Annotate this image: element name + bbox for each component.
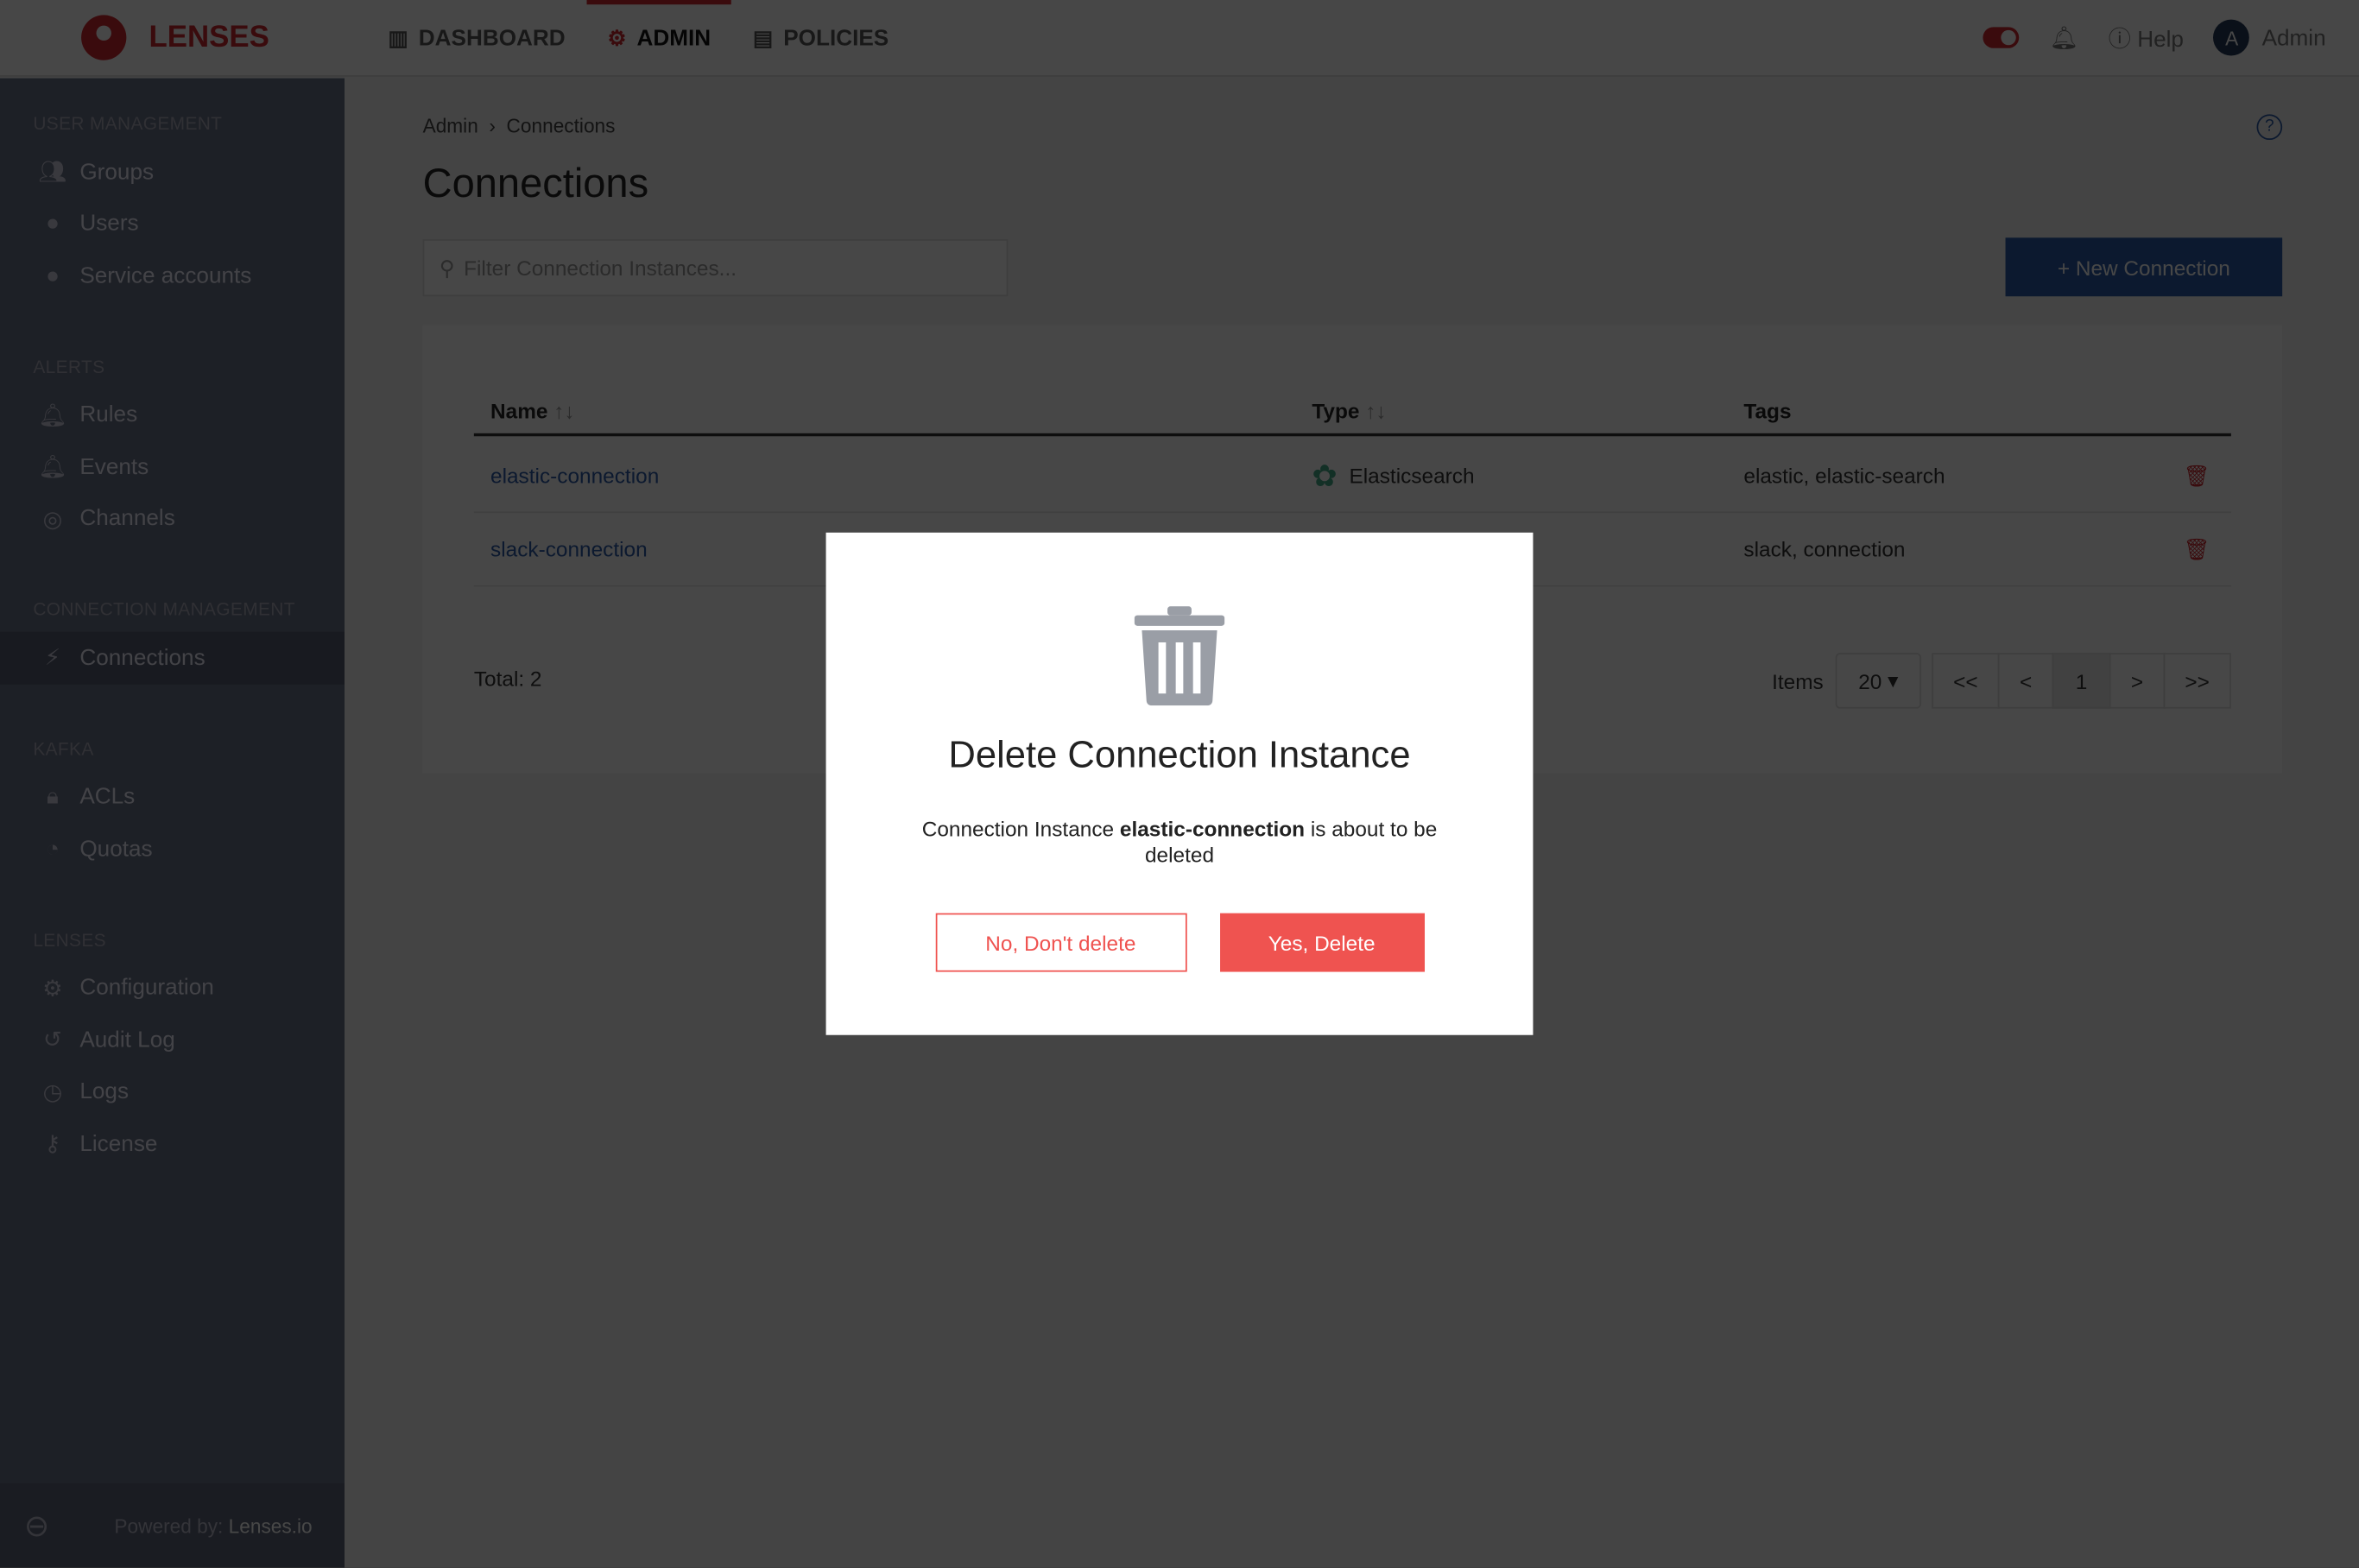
sidebar-item-quotas[interactable]: ◔ Quotas — [0, 823, 345, 875]
bell-icon: 🔔︎ — [38, 454, 67, 481]
sidebar-item-rules[interactable]: 🔔︎ Rules — [0, 389, 345, 440]
gear-icon: ⚙ — [607, 24, 627, 49]
col-name[interactable]: Name ↑↓ — [490, 391, 575, 430]
delete-trash-icon[interactable]: 🗑︎ — [2184, 439, 2210, 512]
col-tags: Tags — [1743, 398, 1792, 423]
next-page-button[interactable]: > — [2109, 653, 2166, 709]
sidebar: USER MANAGEMENT 👥︎ Groups ● Users ● Service… — [0, 78, 345, 1568]
pagination: Items 20 ▾ << < 1 > >> — [1772, 653, 2231, 709]
groups-icon: 👥︎ — [38, 160, 67, 186]
sidebar-footer: ⊖ Powered by: Lenses.io — [0, 1483, 345, 1568]
breadcrumb-admin[interactable]: Admin — [423, 114, 478, 136]
page-size-select[interactable]: 20 ▾ — [1835, 653, 1921, 709]
table-row: elastic-connection ✿ Elasticsearch elasti… — [473, 439, 2231, 514]
key-icon: ⚷ — [44, 1131, 61, 1158]
tags: slack, connection — [1743, 537, 1906, 561]
sidebar-item-logs[interactable]: ◷ Logs — [0, 1065, 345, 1117]
breadcrumb: Admin › Connections — [422, 114, 616, 137]
logo[interactable]: LENSES — [81, 15, 367, 60]
help-link[interactable]: ⓘ Help — [2109, 22, 2184, 54]
user-menu[interactable]: A Admin — [2213, 19, 2326, 56]
theme-toggle[interactable] — [1983, 27, 2020, 48]
bell-icon[interactable]: 🔔︎ — [2050, 24, 2078, 52]
sidebar-item-license[interactable]: ⚷ License — [0, 1118, 345, 1170]
page-title: Connections — [422, 161, 649, 206]
collapse-sidebar-icon[interactable]: ⊖ — [24, 1507, 115, 1545]
sidebar-item-configuration[interactable]: ⚙ Configuration — [0, 962, 345, 1014]
user-gear-icon: ● — [46, 262, 60, 289]
gauge-icon: ◔ — [46, 836, 60, 862]
plug-icon: ⚡︎ — [44, 645, 61, 672]
dialog-title: Delete Connection Instance — [948, 734, 1411, 777]
bell-gear-icon: 🔔︎ — [38, 402, 67, 429]
lock-icon: 🔒︎ — [47, 784, 59, 810]
section-title: USER MANAGEMENT — [33, 112, 223, 135]
gear-icon: ⚙ — [42, 976, 63, 1002]
policy-card-icon: ▤ — [752, 24, 774, 49]
trash-icon — [1134, 606, 1225, 706]
sidebar-item-audit-log[interactable]: ↺ Audit Log — [0, 1014, 345, 1065]
section-title: CONNECTION MANAGEMENT — [33, 598, 295, 620]
filter-input[interactable]: ⚲ Filter Connection Instances... — [422, 239, 1009, 297]
page-1-button[interactable]: 1 — [2052, 653, 2111, 709]
col-type[interactable]: Type ↑↓ — [1312, 391, 1386, 430]
lenses-link[interactable]: Lenses.io — [229, 1514, 313, 1537]
sort-icon[interactable]: ↑↓ — [1365, 399, 1386, 423]
first-page-button[interactable]: << — [1932, 653, 2000, 709]
sidebar-item-acls[interactable]: 🔒︎ ACLs — [0, 771, 345, 823]
clock-icon: ◷ — [42, 1079, 63, 1106]
connection-link[interactable]: slack-connection — [490, 513, 648, 585]
help-icon[interactable]: ? — [2256, 114, 2283, 141]
sidebar-item-connections[interactable]: ⚡︎ Connections — [0, 631, 345, 684]
breadcrumb-connections: Connections — [506, 114, 616, 137]
section-title: LENSES — [33, 928, 106, 951]
channels-icon: ◎ — [42, 506, 63, 533]
nav-policies[interactable]: ▤ POLICIES — [732, 0, 910, 76]
dialog-message: Connection Instance elastic-connection i… — [921, 817, 1438, 867]
table-header: Name ↑↓ Type ↑↓ Tags — [473, 391, 2231, 437]
last-page-button[interactable]: >> — [2163, 653, 2231, 709]
prev-page-button[interactable]: < — [1997, 653, 2054, 709]
sidebar-item-channels[interactable]: ◎ Channels — [0, 493, 345, 545]
connection-link[interactable]: elastic-connection — [490, 439, 659, 512]
history-icon: ↺ — [43, 1027, 62, 1054]
delete-dialog: Delete Connection Instance Connection In… — [825, 532, 1534, 1035]
tags: elastic, elastic-search — [1743, 463, 1945, 488]
section-title: ALERTS — [33, 356, 105, 377]
cancel-button[interactable]: No, Don't delete — [934, 913, 1186, 972]
lenses-logo-icon — [81, 15, 127, 60]
nav-dashboard[interactable]: ▥ DASHBOARD — [367, 0, 586, 76]
sidebar-item-service-accounts[interactable]: ● Service accounts — [0, 250, 345, 301]
nav-admin[interactable]: ⚙ ADMIN — [586, 0, 732, 76]
sort-icon[interactable]: ↑↓ — [553, 399, 574, 423]
sidebar-item-events[interactable]: 🔔︎ Events — [0, 441, 345, 493]
search-icon: ⚲ — [439, 255, 455, 280]
bar-chart-icon: ▥ — [388, 24, 408, 49]
avatar: A — [2213, 19, 2250, 56]
total-count: Total: 2 — [473, 666, 542, 691]
confirm-delete-button[interactable]: Yes, Delete — [1219, 913, 1425, 972]
new-connection-button[interactable]: + New Connection — [2005, 237, 2283, 297]
top-bar: LENSES ▥ DASHBOARD ⚙ ADMIN ▤ POLICIES 🔔︎ ⓘ … — [0, 0, 2359, 77]
section-title: KAFKA — [33, 737, 94, 760]
main-content: Admin › Connections ? Connections ⚲ Filte… — [422, 79, 2283, 774]
delete-trash-icon[interactable]: 🗑︎ — [2184, 513, 2210, 585]
sidebar-item-groups[interactable]: 👥︎ Groups — [0, 146, 345, 198]
user-icon: ● — [46, 211, 60, 237]
elasticsearch-icon: ✿ — [1312, 459, 1338, 493]
sidebar-item-users[interactable]: ● Users — [0, 198, 345, 250]
